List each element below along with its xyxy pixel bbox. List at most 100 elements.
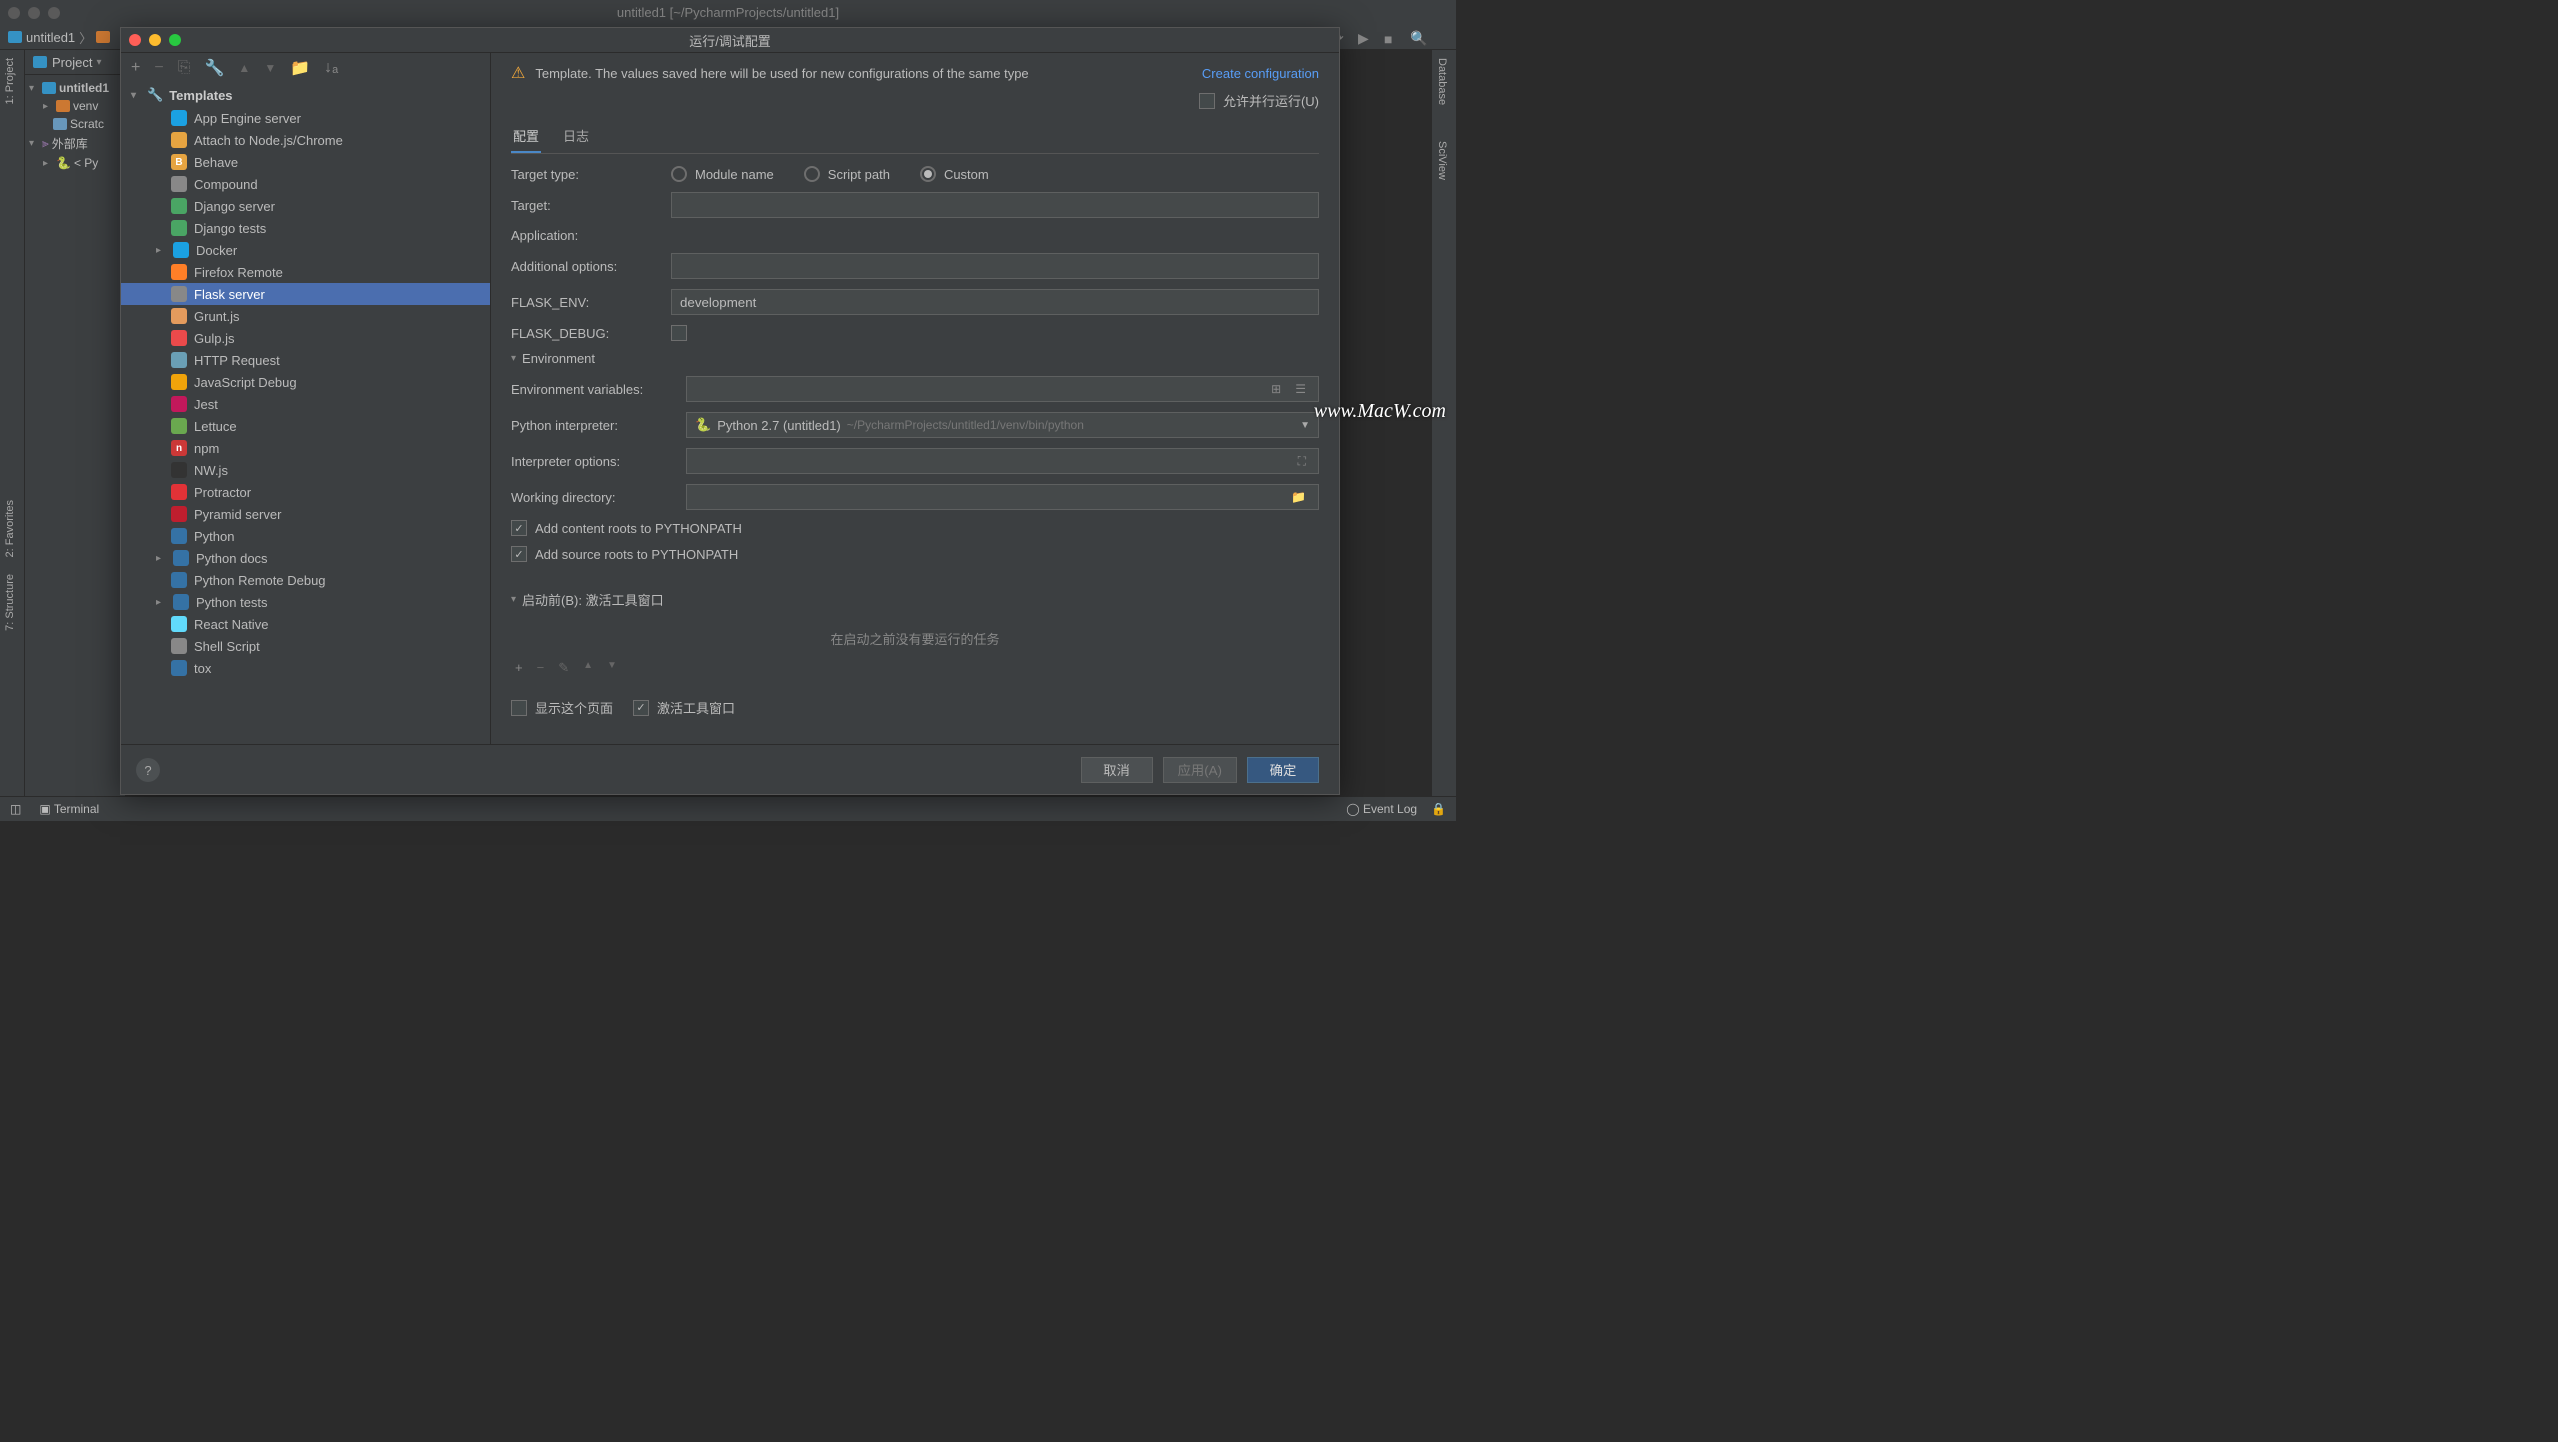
inline-browse-icon[interactable]: ⊞ [1267,382,1285,396]
template-item-npm[interactable]: nnpm [121,437,490,459]
add-task-button[interactable]: + [515,660,523,676]
window-controls[interactable] [8,7,60,19]
allow-parallel-checkbox[interactable] [1199,93,1215,109]
working-dir-input[interactable]: 📁 [686,484,1319,510]
show-page-checkbox[interactable] [511,700,527,716]
python-interpreter-dropdown[interactable]: 🐍 Python 2.7 (untitled1) ~/PycharmProjec… [686,412,1319,438]
environment-section-header[interactable]: ▾ Environment [511,351,1319,366]
expand-icon[interactable]: ⛶ [1294,454,1310,469]
template-item-behave[interactable]: BBehave [121,151,490,173]
copy-config-button[interactable]: ⎘ [178,59,191,77]
tree-arrow-icon[interactable]: ▾ [29,138,39,149]
template-item-react-native[interactable]: React Native [121,613,490,635]
flask-env-input[interactable] [671,289,1319,315]
move-down-button[interactable]: ▼ [264,61,276,75]
template-list[interactable]: ▾ 🔧 Templates App Engine serverAttach to… [121,83,490,744]
tree-arrow-icon[interactable]: ▸ [156,597,166,608]
template-item-python-remote-debug[interactable]: Python Remote Debug [121,569,490,591]
template-item-docker[interactable]: ▸Docker [121,239,490,261]
tree-item-root[interactable]: ▾ untitled1 [25,79,125,97]
add-config-button[interactable]: + [131,59,140,77]
ok-button[interactable]: 确定 [1247,757,1319,783]
template-item-firefox-remote[interactable]: Firefox Remote [121,261,490,283]
tree-arrow-icon[interactable]: ▾ [29,83,39,94]
zoom-icon[interactable] [169,34,181,46]
tree-arrow-icon[interactable]: ▸ [156,553,166,564]
env-vars-input[interactable]: ⊞ ☰ [686,376,1319,402]
folder-browse-icon[interactable]: 📁 [1287,490,1310,504]
add-source-roots-checkbox[interactable] [511,546,527,562]
radio-script-path[interactable]: Script path [804,166,890,182]
folder-button[interactable]: 📁 [290,58,310,78]
project-panel-header[interactable]: Project ▾ [25,50,125,75]
run-icon[interactable]: ▶ [1358,30,1374,47]
lock-icon[interactable]: 🔒 [1431,802,1446,816]
move-task-down-button[interactable]: ▼ [607,660,617,676]
template-item-javascript-debug[interactable]: JavaScript Debug [121,371,490,393]
close-dot[interactable] [8,7,20,19]
radio-custom[interactable]: Custom [920,166,989,182]
template-item-python[interactable]: Python [121,525,490,547]
structure-tool-button[interactable]: 7: Structure [0,566,20,639]
sciview-tool-button[interactable]: SciView [1432,133,1452,188]
tab-configuration[interactable]: 配置 [511,120,541,153]
tab-logs[interactable]: 日志 [561,120,591,153]
template-item-compound[interactable]: Compound [121,173,490,195]
template-item-attach-to-node-js-chrome[interactable]: Attach to Node.js/Chrome [121,129,490,151]
tree-item-external[interactable]: ▾ ⫸ 外部库 [25,133,125,154]
template-item-pyramid-server[interactable]: Pyramid server [121,503,490,525]
template-item-gulp-js[interactable]: Gulp.js [121,327,490,349]
before-launch-header[interactable]: ▾ 启动前(B): 激活工具窗口 [511,590,1319,609]
template-item-django-server[interactable]: Django server [121,195,490,217]
remove-config-button[interactable]: − [154,59,163,77]
template-item-shell-script[interactable]: Shell Script [121,635,490,657]
template-item-http-request[interactable]: HTTP Request [121,349,490,371]
dialog-window-controls[interactable] [129,34,181,46]
add-content-roots-checkbox[interactable] [511,520,527,536]
create-configuration-link[interactable]: Create configuration [1202,66,1319,81]
target-input[interactable] [671,192,1319,218]
edit-task-button[interactable]: ✎ [558,660,569,676]
search-icon[interactable]: 🔍 [1410,30,1426,47]
tree-arrow-icon[interactable]: ▸ [43,158,53,169]
tree-arrow-icon[interactable]: ▸ [43,101,53,112]
apply-button[interactable]: 应用(A) [1163,757,1237,783]
tree-item-python[interactable]: ▸ 🐍 < Py [25,154,125,172]
breadcrumb[interactable]: untitled1 〉 [8,28,110,47]
tree-arrow-icon[interactable]: ▸ [156,245,166,256]
stop-icon[interactable]: ■ [1384,31,1400,47]
template-item-lettuce[interactable]: Lettuce [121,415,490,437]
template-item-jest[interactable]: Jest [121,393,490,415]
template-item-python-tests[interactable]: ▸Python tests [121,591,490,613]
cancel-button[interactable]: 取消 [1081,757,1153,783]
chevron-down-icon[interactable]: ▼ [1300,420,1310,431]
edit-config-button[interactable]: 🔧 [205,58,225,78]
template-item-python-docs[interactable]: ▸Python docs [121,547,490,569]
tree-item-scratches[interactable]: Scratc [25,115,125,133]
close-icon[interactable] [129,34,141,46]
sort-button[interactable]: ↓ₐ [324,59,338,77]
interpreter-options-input[interactable]: ⛶ [686,448,1319,474]
help-button[interactable]: ? [136,758,160,782]
favorites-tool-button[interactable]: 2: Favorites [0,492,20,565]
tree-item-venv[interactable]: ▸ venv [25,97,125,115]
chevron-down-icon[interactable]: ▾ [96,57,101,68]
tree-arrow-icon[interactable]: ▾ [131,90,141,101]
template-item-tox[interactable]: tox [121,657,490,679]
list-icon[interactable]: ☰ [1291,382,1310,396]
move-task-up-button[interactable]: ▲ [583,660,593,676]
event-log-button[interactable]: ◯ Event Log [1346,802,1417,816]
min-dot[interactable] [28,7,40,19]
templates-node[interactable]: ▾ 🔧 Templates [121,83,490,107]
template-item-flask-server[interactable]: Flask server [121,283,490,305]
flask-debug-checkbox[interactable] [671,325,687,341]
template-item-protractor[interactable]: Protractor [121,481,490,503]
minimize-icon[interactable] [149,34,161,46]
template-item-django-tests[interactable]: Django tests [121,217,490,239]
move-up-button[interactable]: ▲ [238,61,250,75]
radio-module-name[interactable]: Module name [671,166,774,182]
database-tool-button[interactable]: Database [1432,50,1452,113]
template-item-grunt-js[interactable]: Grunt.js [121,305,490,327]
show-tool-windows-icon[interactable]: ◫ [10,802,21,816]
project-tree[interactable]: ▾ untitled1 ▸ venv Scratc ▾ ⫸ 外部库 ▸ 🐍 < … [25,75,125,176]
